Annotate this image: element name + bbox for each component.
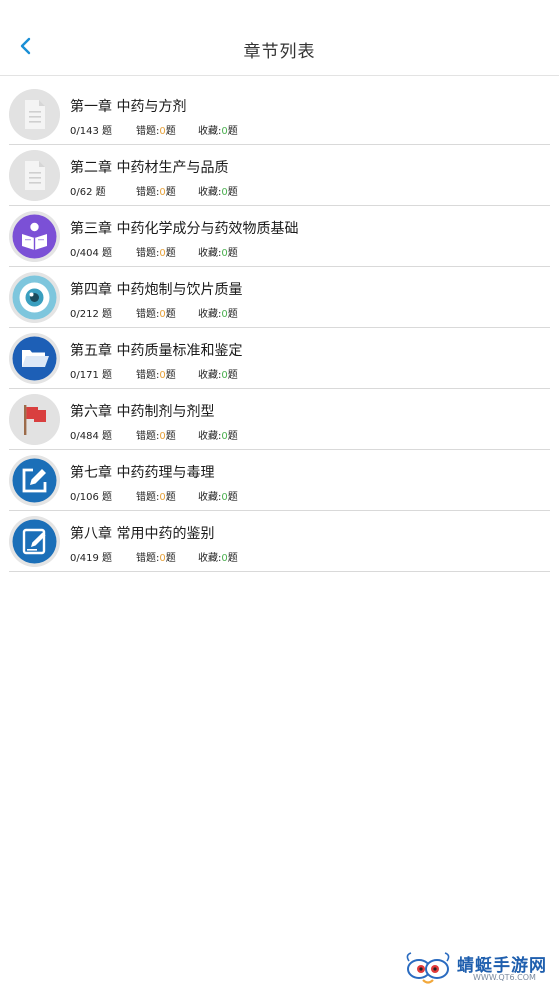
folder-icon: [9, 333, 60, 384]
chapter-stats: 0/404 题 错题:0题 收藏:0题: [70, 244, 238, 259]
chapter-row[interactable]: 第七章 中药药理与毒理 0/106 题 错题:0题 收藏:0题: [9, 450, 550, 511]
wrong-count: 错题:0题: [136, 431, 176, 442]
app-header: 章节列表: [0, 0, 559, 76]
progress-count: 0/419 题: [70, 553, 112, 564]
fav-count: 收藏:0题: [198, 431, 238, 442]
page-title: 章节列表: [243, 42, 316, 62]
chapter-row[interactable]: 第三章 中药化学成分与药效物质基础 0/404 题 错题:0题 收藏:0题: [9, 206, 550, 267]
chapter-stats: 0/106 题 错题:0题 收藏:0题: [70, 488, 238, 503]
document-icon: [9, 89, 60, 140]
fav-count: 收藏:0题: [198, 309, 238, 320]
document-icon: [9, 150, 60, 201]
fav-count: 收藏:0题: [198, 187, 238, 198]
progress-count: 0/404 题: [70, 248, 112, 259]
chapter-title: 第五章 中药质量标准和鉴定: [70, 343, 243, 359]
fav-count: 收藏:0题: [198, 248, 238, 259]
progress-count: 0/484 题: [70, 431, 112, 442]
wrong-count: 错题:0题: [136, 187, 176, 198]
chapter-list: 第一章 中药与方剂 0/143 题错题:0题 收藏:0题 第二章 中药材生产与品质…: [9, 84, 550, 572]
chapter-title: 第六章 中药制剂与剂型: [70, 404, 215, 420]
chapter-title: 第七章 中药药理与毒理: [70, 465, 215, 481]
edit-note-icon: [9, 516, 60, 567]
wrong-count: 错题:0题: [136, 492, 176, 503]
progress-count: 0/171 题: [70, 370, 112, 381]
chapter-title: 第一章 中药与方剂: [70, 99, 187, 115]
chapter-title: 第二章 中药材生产与品质: [70, 160, 229, 176]
chapter-title: 第八章 常用中药的鉴别: [70, 526, 215, 542]
chapter-stats: 0/484 题 错题:0题 收藏:0题: [70, 427, 238, 442]
progress-count: 0/143 题: [70, 126, 112, 137]
watermark: 蜻蜓手游网 WWW.QT6.COM: [405, 949, 553, 989]
chapter-row[interactable]: 第四章 中药炮制与饮片质量 0/212 题 错题:0题 收藏:0题: [9, 267, 550, 328]
progress-count: 0/62 题: [70, 187, 106, 198]
chapter-row[interactable]: 第一章 中药与方剂 0/143 题 错题:0题 收藏:0题: [9, 84, 550, 145]
chapter-stats: 0/171 题 错题:0题 收藏:0题: [70, 366, 238, 381]
fav-count: 收藏:0题: [198, 126, 238, 137]
chapter-stats: 0/419 题 错题:0题 收藏:0题: [70, 549, 238, 564]
chapter-title: 第四章 中药炮制与饮片质量: [70, 282, 243, 298]
wrong-count: 错题:0题: [136, 370, 176, 381]
fav-count: 收藏:0题: [198, 553, 238, 564]
wrong-count: 错题:0题: [136, 248, 176, 259]
reader-icon: [9, 211, 60, 262]
chapter-row[interactable]: 第二章 中药材生产与品质 0/62 题 错题:0题 收藏:0题: [9, 145, 550, 206]
dragonfly-logo-icon: [406, 952, 450, 984]
chapter-row[interactable]: 第八章 常用中药的鉴别 0/419 题 错题:0题 收藏:0题: [9, 511, 550, 572]
wrong-count: 错题:0题: [136, 309, 176, 320]
chapter-stats: 0/62 题 错题:0题 收藏:0题: [70, 183, 238, 198]
flag-icon: [9, 394, 60, 445]
chapter-title: 第三章 中药化学成分与药效物质基础: [70, 221, 299, 237]
eye-icon: [9, 272, 60, 323]
chapter-row[interactable]: 第六章 中药制剂与剂型 0/484 题 错题:0题 收藏:0题: [9, 389, 550, 450]
progress-count: 0/212 题: [70, 309, 112, 320]
progress-count: 0/106 题: [70, 492, 112, 503]
wrong-count: 错题:0题: [136, 126, 176, 137]
wrong-count: 错题:0题: [136, 553, 176, 564]
watermark-url: WWW.QT6.COM: [473, 973, 536, 982]
chapter-row[interactable]: 第五章 中药质量标准和鉴定 0/171 题 错题:0题 收藏:0题: [9, 328, 550, 389]
fav-count: 收藏:0题: [198, 492, 238, 503]
fav-count: 收藏:0题: [198, 370, 238, 381]
chapter-stats: 0/212 题 错题:0题 收藏:0题: [70, 305, 238, 320]
chapter-stats: 0/143 题 错题:0题 收藏:0题: [70, 122, 238, 137]
edit-icon: [9, 455, 60, 506]
